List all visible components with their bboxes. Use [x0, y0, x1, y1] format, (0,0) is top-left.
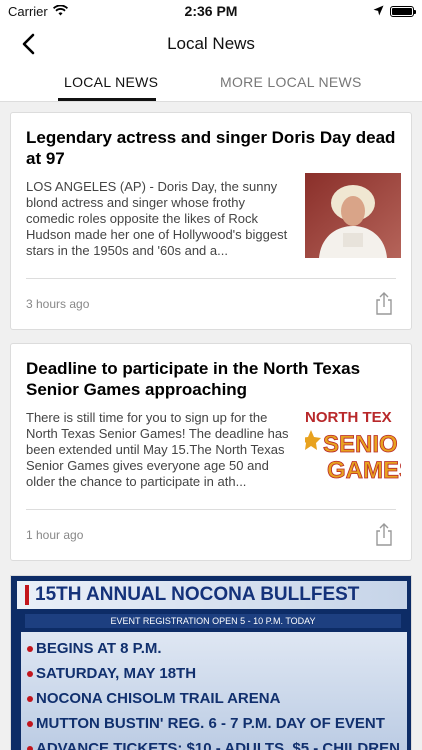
carrier-label: Carrier [8, 3, 48, 19]
card-divider [26, 509, 396, 510]
thumb-text-senior: SENIO [323, 431, 398, 458]
nav-bar: Local News [0, 22, 422, 66]
article-title: Deadline to participate in the North Tex… [26, 359, 361, 399]
card-divider [26, 278, 396, 279]
article-card[interactable]: Legendary actress and singer Doris Day d… [10, 112, 412, 330]
tab-local-news[interactable]: LOCAL NEWS [64, 74, 158, 90]
feature-item-text: MUTTON BUSTIN' REG. 6 - 7 P.M. DAY OF EV… [36, 715, 385, 732]
feature-list: BEGINS AT 8 P.M. SATURDAY, MAY 18TH NOCO… [21, 632, 407, 750]
article-card[interactable]: Deadline to participate in the North Tex… [10, 343, 412, 561]
article-summary: LOS ANGELES (AP) - Doris Day, the sunny … [26, 179, 288, 258]
feature-list-item: ADVANCE TICKETS: $10 - ADULTS, $5 - CHIL… [27, 736, 401, 750]
status-bar: Carrier 2:36 PM [0, 0, 422, 22]
thumb-text-north-texas: NORTH TEX [305, 409, 392, 426]
article-thumbnail: NORTH TEX SENIO GAMES [305, 404, 401, 489]
share-icon [376, 523, 392, 546]
status-left: Carrier [8, 4, 68, 19]
bullet [27, 745, 33, 750]
feature-item-text: ADVANCE TICKETS: $10 - ADULTS, $5 - CHIL… [36, 740, 400, 750]
share-button[interactable] [371, 291, 397, 317]
page-title: Local News [167, 34, 255, 53]
thumb-text-games: GAMES [327, 457, 401, 484]
feature-title-bar: 15TH ANNUAL NOCONA BULLFEST [17, 581, 407, 609]
feature-item-text: SATURDAY, MAY 18TH [36, 665, 197, 682]
wifi-icon [52, 4, 68, 19]
article-thumbnail [305, 173, 401, 258]
share-icon [376, 292, 392, 315]
bullet [27, 695, 33, 702]
tab-more-local-news[interactable]: MORE LOCAL NEWS [220, 74, 362, 90]
bullet [27, 670, 33, 677]
battery-icon [390, 5, 416, 17]
feature-item-text: BEGINS AT 8 P.M. [36, 640, 162, 657]
article-timestamp: 1 hour ago [26, 528, 84, 542]
active-tab-indicator [58, 98, 156, 101]
feature-list-item: SATURDAY, MAY 18TH [27, 661, 401, 686]
status-right [373, 4, 416, 19]
bullet [27, 645, 33, 652]
feature-list-item: BEGINS AT 8 P.M. [27, 636, 401, 661]
article-title: Legendary actress and singer Doris Day d… [26, 128, 396, 168]
tab-bar: LOCAL NEWS MORE LOCAL NEWS [0, 66, 422, 102]
feature-item-text: NOCONA CHISOLM TRAIL ARENA [36, 690, 281, 707]
featured-article-card[interactable]: 15TH ANNUAL NOCONA BULLFEST EVENT REGIST… [10, 575, 412, 750]
feature-list-item: MUTTON BUSTIN' REG. 6 - 7 P.M. DAY OF EV… [27, 711, 401, 736]
article-timestamp: 3 hours ago [26, 297, 90, 311]
feature-title: 15TH ANNUAL NOCONA BULLFEST [35, 584, 360, 605]
bullet [27, 720, 33, 727]
feature-subtitle: EVENT REGISTRATION OPEN 5 - 10 P.M. TODA… [25, 614, 401, 628]
red-marker [25, 585, 29, 605]
article-summary: There is still time for you to sign up f… [26, 410, 289, 489]
share-button[interactable] [371, 522, 397, 548]
feature-list-item: NOCONA CHISOLM TRAIL ARENA [27, 686, 401, 711]
location-arrow-icon [373, 4, 384, 19]
